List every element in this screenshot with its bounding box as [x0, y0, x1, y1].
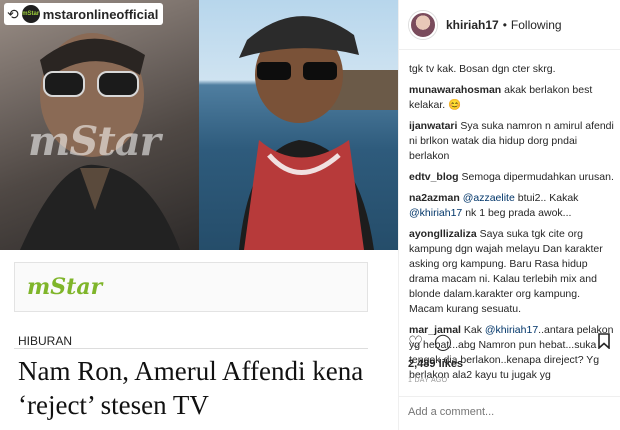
following-button[interactable]: Following [511, 18, 562, 32]
brand-banner: mStar [14, 262, 368, 312]
section-label: HIBURAN [18, 334, 73, 348]
comment-item: ayongllizaliza Saya suka tgk cite org ka… [409, 227, 615, 317]
comment-text: Saya suka tgk cite org kampung dgn wajah… [409, 228, 603, 315]
mstar-avatar: mStar [21, 5, 40, 23]
comment-username[interactable]: edtv_blog [409, 171, 459, 183]
post-header: khiriah17 • Following [399, 0, 620, 50]
repost-icon: ⟲ [7, 6, 19, 22]
comment-item: ijanwatari Sya suka namron n amirul afen… [409, 119, 615, 164]
post-username[interactable]: khiriah17 [446, 18, 499, 32]
comment-item: edtv_blog Semoga dipermudahkan urusan. [409, 170, 615, 185]
post-timestamp: 1 DAY AGO [408, 377, 448, 384]
comment-username[interactable]: munawarahosman [409, 84, 501, 96]
image-watermark: mStar [28, 118, 161, 165]
bookmark-icon[interactable] [598, 333, 610, 354]
comment-text: nk 1 beg prada awok... [462, 207, 572, 219]
comment-bar [398, 396, 620, 430]
comment-text: tgk tv kak. Bosan dgn cter skrg. [409, 63, 556, 75]
avatar[interactable] [409, 10, 437, 39]
likes-count[interactable]: 2,489 likes [408, 358, 463, 370]
separator-dot: • [502, 17, 507, 32]
article-headline: Nam Ron, Amerul Affendi kena ‘reject’ st… [18, 356, 364, 420]
article-panel: mStar HIBURAN Nam Ron, Amerul Affendi ke… [0, 250, 398, 430]
divider [14, 348, 368, 349]
comment-icon[interactable]: ◯ [434, 333, 452, 353]
heart-icon[interactable]: ♡ [408, 333, 423, 353]
portrait-right-illustration [239, 16, 398, 250]
mstar-logo: mStar [27, 274, 103, 300]
comment-username[interactable]: ayongllizaliza [409, 228, 477, 240]
comment-username[interactable]: ijanwatari [409, 120, 457, 132]
action-bar: ♡ ◯ [408, 333, 620, 355]
comment-username[interactable]: na2azman [409, 192, 460, 204]
photo-amerul-affendi [199, 0, 398, 250]
comment-item: munawarahosman akak berlakon best kelaka… [409, 83, 615, 113]
comment-mention[interactable]: @khiriah17 [409, 207, 462, 219]
comment-input[interactable] [408, 406, 603, 418]
comment-text: btui2.. Kakak [514, 192, 579, 204]
comment-mention[interactable]: @azzaelite [463, 192, 515, 204]
comment-item: na2azman @azzaelite btui2.. Kakak @khiri… [409, 191, 615, 221]
comment-text: Semoga dipermudahkan urusan. [458, 171, 614, 183]
photo-nam-ron: mStar [0, 0, 199, 250]
repost-handle[interactable]: mstaronlineofficial [43, 7, 159, 22]
repost-badge[interactable]: ⟲ mStar mstaronlineofficial [4, 3, 164, 25]
comment-item: tgk tv kak. Bosan dgn cter skrg. [409, 62, 615, 77]
post-image[interactable]: mStar ⟲ mStar mstaronlineofficial mStar … [0, 0, 398, 430]
